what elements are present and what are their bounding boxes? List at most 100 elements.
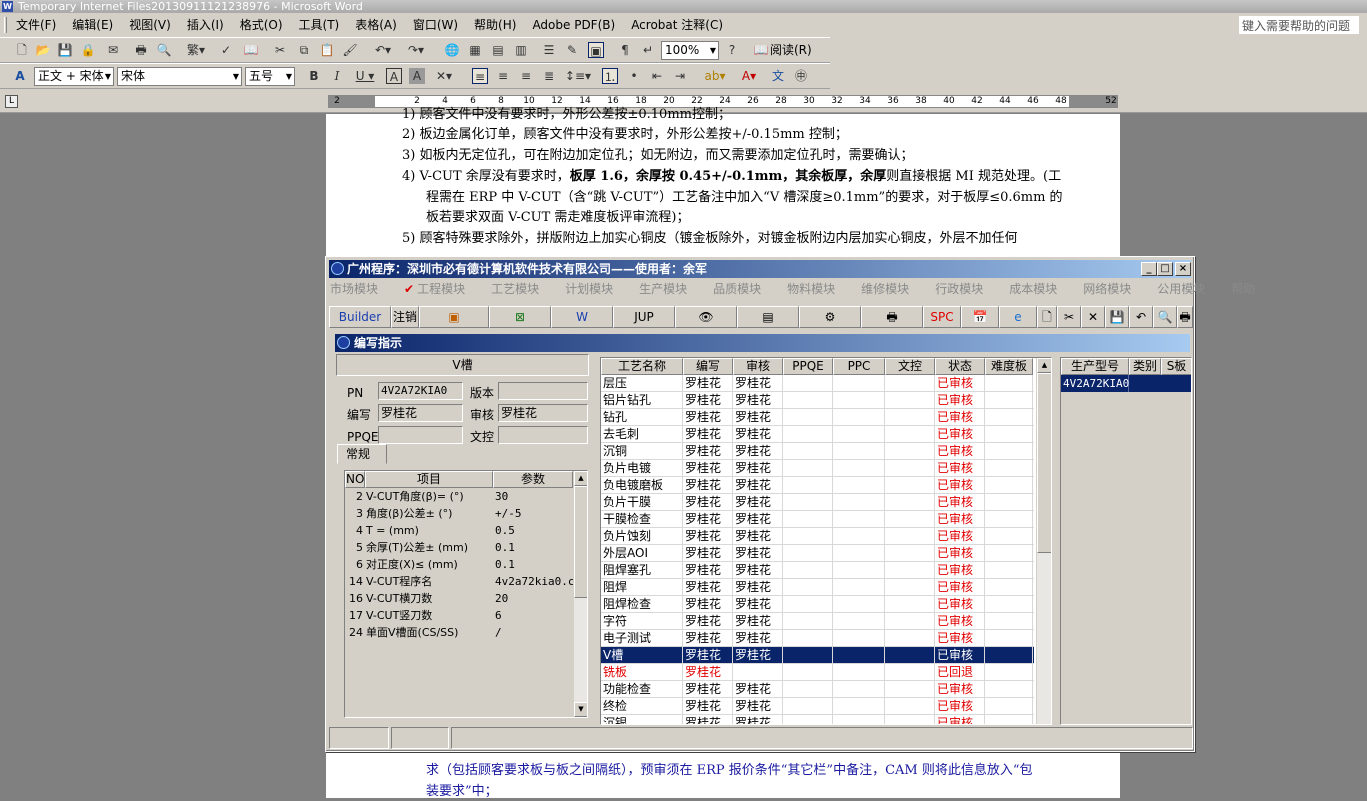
param-row[interactable]: 17 V-CUT竖刀数 6 <box>345 607 573 624</box>
process-row[interactable]: 铝片钻孔 罗桂花 罗桂花 已审核 <box>601 392 1034 409</box>
spelling-icon[interactable]: ✓ <box>218 42 234 58</box>
align-right-icon[interactable]: ≡ <box>518 68 534 84</box>
app-menu-item[interactable]: 物料模块 <box>787 279 848 299</box>
word-menu-item[interactable]: 编辑(E) <box>72 13 113 37</box>
word-menu-item[interactable]: 窗口(W) <box>413 13 458 37</box>
app-menu-item[interactable]: 成本模块 <box>1009 279 1070 299</box>
param-value[interactable]: 6 <box>495 607 502 624</box>
hyperlink-icon[interactable]: 🌐 <box>444 42 460 58</box>
process-row[interactable]: 干膜检查 罗桂花 罗桂花 已审核 <box>601 511 1034 528</box>
print-icon[interactable]: 🖶 <box>1177 306 1193 328</box>
scroll-down-icon[interactable]: ▼ <box>574 702 587 717</box>
word-menu-item[interactable]: 格式(O) <box>240 13 283 37</box>
scroll-thumb[interactable] <box>1037 373 1051 553</box>
app-menu-item[interactable]: 网络模块 <box>1083 279 1144 299</box>
undo-icon[interactable]: ↶ <box>1129 306 1153 328</box>
tab-selector[interactable]: L <box>5 95 18 108</box>
undo-icon[interactable]: ↶▾ <box>370 42 396 58</box>
process-row[interactable]: 功能检查 罗桂花 罗桂花 已审核 <box>601 681 1034 698</box>
format-painter-icon[interactable]: 🖌 <box>342 42 358 58</box>
network-icon[interactable]: ⚙ <box>799 306 861 328</box>
process-header-cell[interactable]: 状态 <box>935 358 985 375</box>
preview-icon[interactable]: 🔍 <box>1153 306 1177 328</box>
process-row[interactable]: 层压 罗桂花 罗桂花 已审核 <box>601 375 1034 392</box>
bullets-icon[interactable]: • <box>626 68 642 84</box>
process-scrollbar[interactable]: ▲ <box>1036 358 1051 724</box>
app-menu-item[interactable]: ✔ 工程模块 <box>404 279 478 299</box>
menu-grip[interactable] <box>4 17 7 33</box>
param-header-item[interactable]: 项目 <box>365 471 493 488</box>
param-row[interactable]: 16 V-CUT横刀数 20 <box>345 590 573 607</box>
logout-button[interactable]: 注销 <box>391 306 419 328</box>
param-row[interactable]: 2 V-CUT角度(β)= (°) 30 <box>345 488 573 505</box>
printer-device-icon[interactable]: 🖶 <box>861 306 923 328</box>
save-icon[interactable]: 💾 <box>57 42 73 58</box>
app-menu-item[interactable]: 计划模块 <box>565 279 626 299</box>
insert-excel-icon[interactable]: ▥ <box>513 42 529 58</box>
zoom-select[interactable]: 100% ▼ <box>661 41 719 60</box>
builder-button[interactable]: Builder <box>329 306 391 328</box>
param-value[interactable]: 0.1 <box>495 556 515 573</box>
process-row[interactable]: 字符 罗桂花 罗桂花 已审核 <box>601 613 1034 630</box>
process-header-cell[interactable]: 文控 <box>885 358 935 375</box>
process-row[interactable]: 阻焊 罗桂花 罗桂花 已审核 <box>601 579 1034 596</box>
param-header-no[interactable]: NO <box>345 471 365 488</box>
close-icon[interactable]: × <box>1175 262 1191 276</box>
word-menu-item[interactable]: 文件(F) <box>16 13 56 37</box>
paste-icon[interactable]: 📋 <box>319 42 335 58</box>
spc-button[interactable]: SPC <box>923 306 961 328</box>
process-row[interactable]: 负片电镀 罗桂花 罗桂花 已审核 <box>601 460 1034 477</box>
font-size-select[interactable]: 五号 ▼ <box>245 67 295 86</box>
app-menu-item[interactable]: 帮助 <box>1231 279 1268 299</box>
browser-icon[interactable]: e <box>999 306 1037 328</box>
scroll-up-icon[interactable]: ▲ <box>1037 358 1051 373</box>
style-select[interactable]: 正文 + 宋体 ▼ <box>34 67 114 86</box>
process-row[interactable]: 负片干膜 罗桂花 罗桂花 已审核 <box>601 494 1034 511</box>
ppt-button[interactable]: ▣ <box>419 306 489 328</box>
app-menu-item[interactable]: 行政模块 <box>935 279 996 299</box>
param-header-value[interactable]: 参数 <box>493 471 573 488</box>
app-menu-item[interactable]: 市场模块 <box>330 279 391 299</box>
word-button[interactable]: W <box>551 306 613 328</box>
increase-indent-icon[interactable]: ⇥ <box>672 68 688 84</box>
word-menu-item[interactable]: 视图(V) <box>129 13 171 37</box>
word-menu-item[interactable]: 工具(T) <box>299 13 340 37</box>
minimize-icon[interactable]: _ <box>1141 262 1157 276</box>
process-row[interactable]: 外层AOI 罗桂花 罗桂花 已审核 <box>601 545 1034 562</box>
model-header-cell[interactable]: 生产型号 <box>1061 358 1129 375</box>
new-document-icon[interactable]: 🗋 <box>14 42 30 58</box>
archive-icon[interactable]: ▤ <box>737 306 799 328</box>
param-row[interactable]: 6 对正度(X)≤ (mm) 0.1 <box>345 556 573 573</box>
param-scrollbar[interactable]: ▲ ▼ <box>573 471 587 717</box>
calendar-icon[interactable]: 📅 <box>961 306 999 328</box>
param-row[interactable]: 5 余厚(T)公差± (mm) 0.1 <box>345 539 573 556</box>
word-menu-item[interactable]: 帮助(H) <box>474 13 516 37</box>
read-button[interactable]: 阅读(R) <box>770 42 812 58</box>
insert-table-icon[interactable]: ▤ <box>490 42 506 58</box>
cut-icon[interactable]: ✂ <box>272 42 288 58</box>
model-header-cell[interactable]: 类别 <box>1129 358 1161 375</box>
align-center-icon[interactable]: ≡ <box>495 68 511 84</box>
paragraph-mark-icon[interactable]: ↵ <box>640 42 656 58</box>
research-icon[interactable]: 📖 <box>243 42 259 58</box>
italic-icon[interactable]: I <box>329 68 345 84</box>
copy-icon[interactable]: ⧉ <box>296 42 312 58</box>
word-menu-item[interactable]: 插入(I) <box>187 13 224 37</box>
process-row[interactable]: 去毛刺 罗桂花 罗桂花 已审核 <box>601 426 1034 443</box>
char-scale-icon[interactable]: ✕▾ <box>431 68 457 84</box>
pn-field[interactable]: 4V2A72KIA0 <box>378 382 463 400</box>
new-icon[interactable]: 🗋 <box>1037 306 1057 328</box>
param-value[interactable]: +/-5 <box>495 505 522 522</box>
columns-icon[interactable]: ☰ <box>541 42 557 58</box>
model-row[interactable]: 4V2A72KIA0 <box>1061 375 1191 392</box>
styles-icon[interactable]: A <box>12 68 28 84</box>
help-search-input[interactable]: 键入需要帮助的问题 <box>1239 16 1359 34</box>
app-menu-item[interactable]: 工艺模块 <box>491 279 552 299</box>
show-hide-icon[interactable]: ¶ <box>617 42 633 58</box>
save-icon[interactable]: 💾 <box>1105 306 1129 328</box>
process-row[interactable]: 钻孔 罗桂花 罗桂花 已审核 <box>601 409 1034 426</box>
tables-borders-icon[interactable]: ▦ <box>467 42 483 58</box>
bold-icon[interactable]: B <box>306 68 322 84</box>
word-menu-item[interactable]: Acrobat 注释(C) <box>631 13 723 37</box>
traditional-chinese-icon[interactable]: 繁▾ <box>183 42 209 58</box>
